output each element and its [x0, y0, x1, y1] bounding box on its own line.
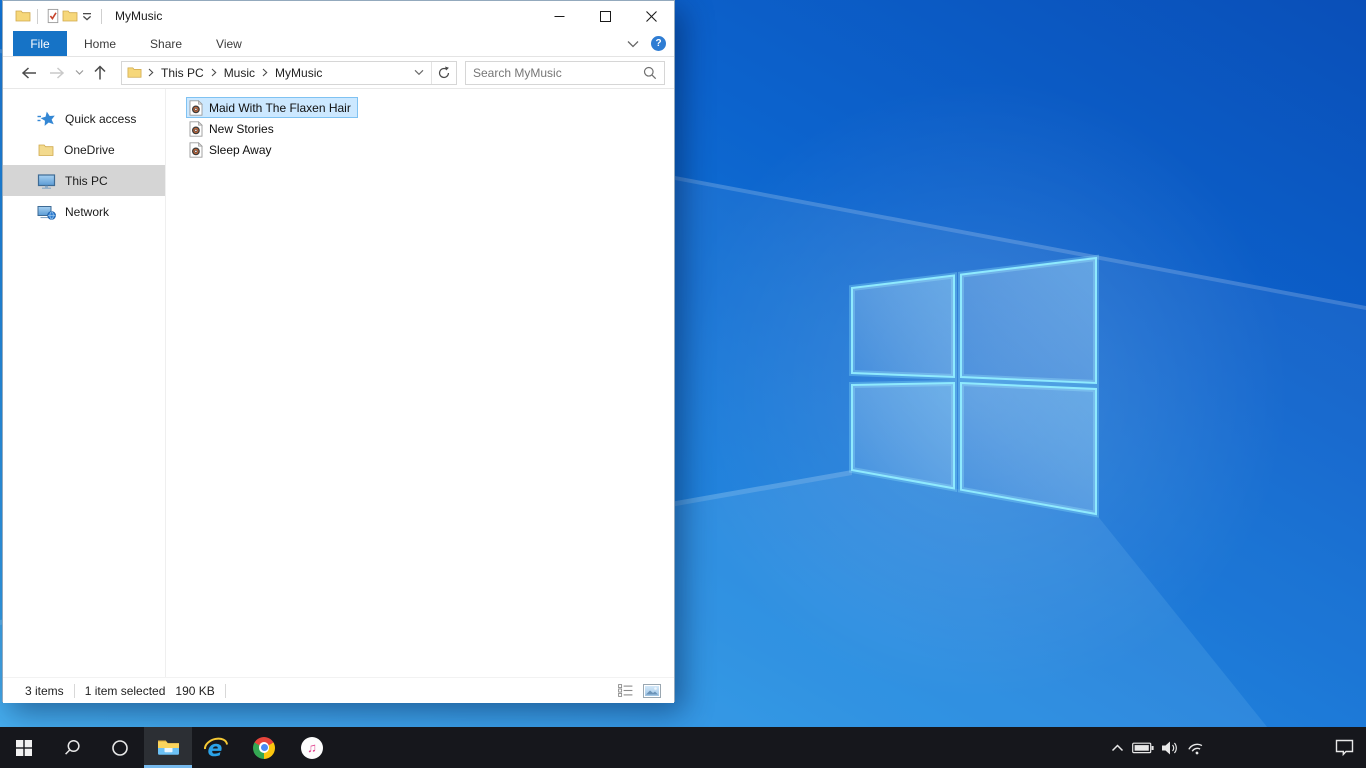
- cortana-circle-icon: [112, 739, 128, 756]
- sidebar-item-network[interactable]: Network: [3, 196, 165, 227]
- sidebar-item-label: Quick access: [65, 111, 137, 126]
- taskbar-chrome-button[interactable]: [240, 727, 288, 768]
- network-icon: [37, 204, 56, 220]
- forward-button[interactable]: [43, 60, 71, 86]
- tab-view[interactable]: View: [199, 31, 259, 56]
- search-input[interactable]: Search MyMusic: [465, 60, 665, 85]
- file-name: New Stories: [209, 121, 274, 136]
- taskbar-file-explorer-button[interactable]: [144, 727, 192, 768]
- svg-text:e: e: [208, 737, 223, 761]
- music-file-icon: [189, 120, 203, 137]
- breadcrumb-mymusic[interactable]: MyMusic: [271, 66, 326, 80]
- sidebar-item-label: OneDrive: [64, 142, 115, 157]
- quick-access-star-icon: [37, 110, 56, 127]
- properties-check-icon[interactable]: [44, 8, 61, 25]
- address-folder-icon: [127, 65, 142, 80]
- windows-logo: [849, 254, 1099, 518]
- cortana-button[interactable]: [96, 727, 144, 768]
- breadcrumb-chevron-icon: [145, 68, 157, 77]
- refresh-icon[interactable]: [432, 62, 456, 84]
- search-icon: [65, 739, 80, 755]
- caption-buttons: [536, 1, 674, 31]
- internet-explorer-icon: e: [204, 737, 228, 761]
- close-button[interactable]: [628, 1, 674, 31]
- windows-logo-icon: [16, 739, 32, 756]
- qat-separator: [101, 8, 102, 24]
- address-bar[interactable]: This PC Music MyMusic: [121, 60, 457, 85]
- sidebar-item-quick-access[interactable]: Quick access: [3, 103, 165, 134]
- status-separator: [73, 683, 75, 698]
- taskbar-search-button[interactable]: [48, 727, 96, 768]
- expand-ribbon-chevron-icon[interactable]: [627, 35, 639, 53]
- sidebar-item-onedrive[interactable]: OneDrive: [3, 134, 165, 165]
- taskbar-itunes-button[interactable]: ♫: [288, 727, 336, 768]
- file-row[interactable]: Maid With The Flaxen Hair: [186, 97, 358, 118]
- itunes-icon: ♫: [301, 736, 323, 759]
- navigation-bar: This PC Music MyMusic Search MyMusic: [3, 57, 674, 89]
- start-button[interactable]: [0, 727, 48, 768]
- battery-icon[interactable]: [1129, 727, 1156, 768]
- sidebar-item-label: This PC: [65, 173, 108, 188]
- folder-icon: [37, 142, 55, 158]
- magnifier-icon[interactable]: [643, 66, 657, 80]
- file-row[interactable]: New Stories: [186, 118, 281, 139]
- status-separator: [224, 683, 226, 698]
- tab-share[interactable]: Share: [133, 31, 199, 56]
- selection-size: 190 KB: [175, 683, 215, 698]
- sidebar-item-this-pc[interactable]: This PC: [3, 165, 165, 196]
- file-row[interactable]: Sleep Away: [186, 139, 279, 160]
- ribbon-tab-bar: File Home Share View ?: [3, 31, 674, 57]
- file-list[interactable]: Maid With The Flaxen Hair New Stories Sl…: [166, 89, 674, 677]
- title-bar[interactable]: MyMusic: [3, 1, 674, 31]
- details-view-icon[interactable]: [615, 681, 635, 701]
- new-folder-icon[interactable]: [61, 8, 78, 25]
- back-button[interactable]: [15, 60, 43, 86]
- music-file-icon: [189, 141, 203, 158]
- tab-home[interactable]: Home: [67, 31, 133, 56]
- action-center-icon[interactable]: [1322, 727, 1366, 768]
- chrome-icon: [253, 736, 275, 759]
- breadcrumb-this-pc[interactable]: This PC: [157, 66, 208, 80]
- navigation-pane: Quick access OneDrive This PC Network: [3, 89, 166, 677]
- selection-count: 1 item selected: [84, 683, 166, 698]
- taskbar: e ♫: [0, 727, 1366, 768]
- address-history-chevron-icon[interactable]: [407, 62, 431, 84]
- file-name: Sleep Away: [209, 142, 272, 157]
- window-title: MyMusic: [115, 9, 163, 23]
- taskbar-internet-explorer-button[interactable]: e: [192, 727, 240, 768]
- system-tray: [1105, 727, 1366, 768]
- minimize-button[interactable]: [536, 1, 582, 31]
- music-note-glyph: ♫: [307, 740, 317, 755]
- up-button[interactable]: [87, 60, 113, 86]
- maximize-button[interactable]: [582, 1, 628, 31]
- hidden-icons-chevron-icon[interactable]: [1105, 727, 1129, 768]
- music-file-icon: [189, 99, 203, 116]
- customize-qat-dropdown-icon[interactable]: [78, 8, 95, 25]
- desktop: MyMusic File Home Share View ? This PC M…: [0, 0, 1366, 768]
- tray-spacer: [1210, 727, 1322, 768]
- recent-locations-chevron-icon[interactable]: [71, 60, 87, 86]
- status-bar: 3 items 1 item selected 190 KB: [3, 677, 674, 703]
- qat-separator: [37, 8, 38, 24]
- breadcrumb-chevron-icon[interactable]: [259, 68, 271, 77]
- large-icons-view-icon[interactable]: [642, 681, 662, 701]
- wifi-icon[interactable]: [1183, 727, 1210, 768]
- item-count: 3 items: [25, 683, 64, 698]
- search-placeholder: Search MyMusic: [473, 65, 562, 80]
- monitor-icon: [37, 173, 56, 189]
- breadcrumb-chevron-icon[interactable]: [208, 68, 220, 77]
- file-explorer-window: MyMusic File Home Share View ? This PC M…: [2, 0, 675, 703]
- file-name: Maid With The Flaxen Hair: [209, 100, 351, 115]
- sidebar-item-label: Network: [65, 204, 110, 219]
- help-button[interactable]: ?: [651, 36, 666, 51]
- file-explorer-icon: [157, 740, 179, 755]
- explorer-body: Quick access OneDrive This PC Network Ma…: [3, 89, 674, 677]
- breadcrumb-music[interactable]: Music: [220, 66, 259, 80]
- tab-file[interactable]: File: [13, 31, 67, 56]
- window-folder-icon: [14, 8, 31, 25]
- volume-icon[interactable]: [1156, 727, 1183, 768]
